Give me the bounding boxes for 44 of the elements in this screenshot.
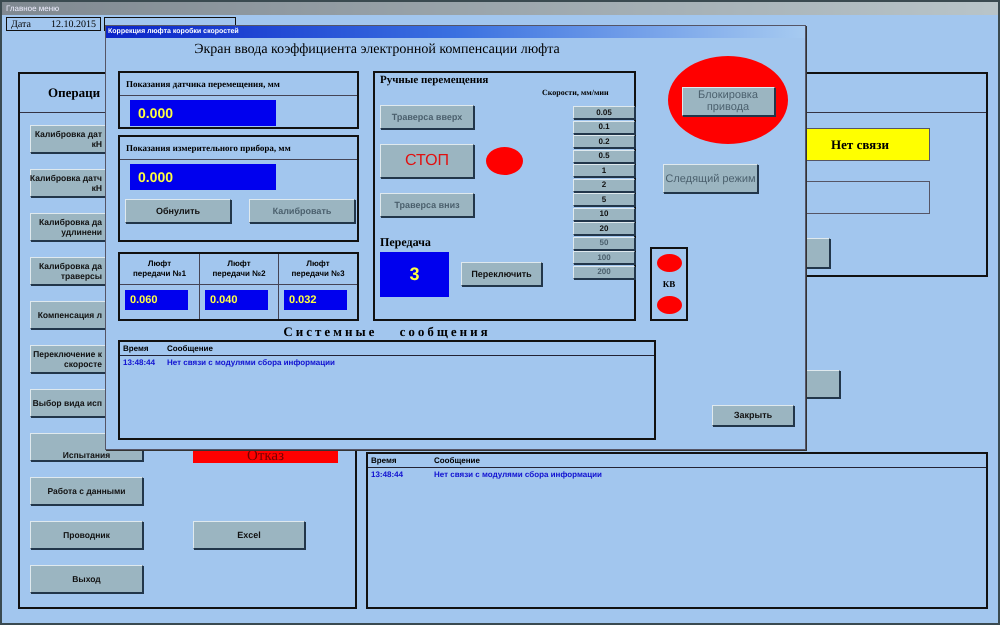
speed-button[interactable]: 2 xyxy=(573,178,635,192)
indicator-lamp xyxy=(656,254,682,272)
panel-title: Операци xyxy=(48,85,100,101)
messages-title: Системные сообщения xyxy=(282,325,492,339)
excel-button[interactable]: Excel xyxy=(193,521,305,549)
speed-button[interactable]: 0.2 xyxy=(573,135,635,148)
value-display: 0.000 xyxy=(130,100,276,126)
column-header: Люфт передачи №2 xyxy=(212,259,266,279)
operation-button[interactable]: Работа с данными xyxy=(30,477,143,505)
column-header: Время xyxy=(371,456,398,465)
value-display: 0.060 xyxy=(125,290,188,310)
date-label: Дата xyxy=(11,18,31,30)
message-time: 13:48:44 xyxy=(371,470,404,479)
speed-button[interactable]: 5 xyxy=(573,193,635,206)
column-header: Сообщение xyxy=(434,456,480,465)
speed-button[interactable]: 20 xyxy=(573,222,635,235)
gear-label: Передача xyxy=(380,235,432,250)
column-header: Сообщение xyxy=(167,344,213,353)
screen-heading: Экран ввода коэффициента электронной компенсации люфта xyxy=(193,41,561,59)
indicator-lamp xyxy=(486,147,523,175)
switch-button[interactable]: Переключить xyxy=(461,262,542,286)
gear-display: 3 xyxy=(380,252,449,297)
speed-button[interactable]: 0.05 xyxy=(573,106,635,119)
speed-button[interactable]: 1 xyxy=(573,164,635,177)
value-display: 0.032 xyxy=(284,290,347,310)
operation-button[interactable]: Проводник xyxy=(30,521,143,549)
value-display: 0.040 xyxy=(205,290,268,310)
message-text: Нет связи с модулями сбора информации xyxy=(434,470,602,479)
date-value: 12.10.2015 xyxy=(50,18,96,30)
message-text: Нет связи с модулями сбора информации xyxy=(167,358,335,367)
limit-label: КВ xyxy=(662,279,676,289)
window-title: Главное меню xyxy=(2,2,998,15)
panel-title: Ручные перемещения xyxy=(380,74,490,86)
indicator-lamp xyxy=(656,296,682,314)
value-display: 0.000 xyxy=(130,164,276,190)
column-header: Люфт передачи №3 xyxy=(291,259,345,279)
speeds-label: Скорости, мм/мин xyxy=(542,88,610,97)
operation-button[interactable]: Выход xyxy=(30,565,143,593)
close-button[interactable]: Закрыть xyxy=(712,405,794,426)
panel-label: Показания датчика перемещения, мм xyxy=(126,79,280,89)
speed-button[interactable]: 0.1 xyxy=(573,120,635,134)
reset-button[interactable]: Обнулить xyxy=(125,199,231,223)
speed-button[interactable]: 0.5 xyxy=(573,150,635,162)
speed-button[interactable]: 10 xyxy=(573,208,635,220)
